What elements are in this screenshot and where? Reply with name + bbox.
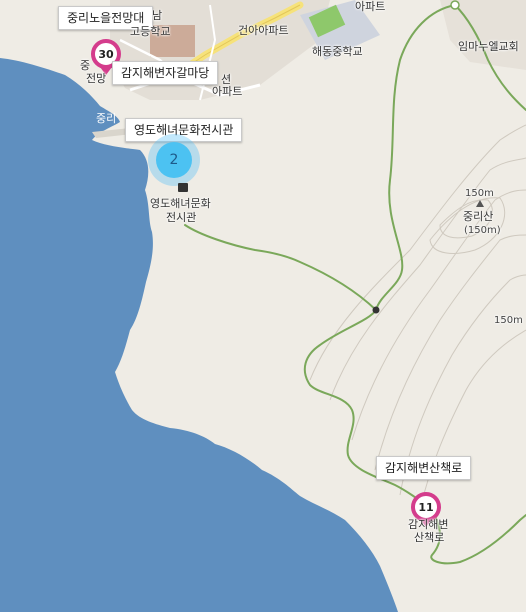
label-jeonmang-partial: 전망 <box>86 72 107 85</box>
label-high-school: 고등학교 <box>130 25 171 38</box>
museum-icon <box>178 183 188 192</box>
label-jungni-mountain: 중리산 <box>463 210 494 223</box>
label-gamji-line1: 감지해변 <box>408 518 449 531</box>
label-gamji-line2: 산책로 <box>414 531 445 544</box>
label-apartment-mid: 아파트 <box>212 85 243 98</box>
callout-gamji-pebble-beach[interactable]: 감지해변자갈마당 <box>112 61 219 85</box>
callout-gamji-trail[interactable]: 감지해변산책로 <box>376 456 472 480</box>
label-jung-partial: 중 <box>80 59 91 72</box>
label-apartment-top: 아파트 <box>355 0 386 13</box>
label-contour-150-b: 150m <box>494 315 523 326</box>
label-imanuel-church: 임마누엘교회 <box>458 40 519 53</box>
label-nam: 남 <box>152 9 163 22</box>
label-geonah-apartment: 건아아파트 <box>238 24 289 37</box>
map-view[interactable]: 중리노을전망대 30 감지해변자갈마당 영도해녀문화전시관 2 감지해변산책로 … <box>0 0 526 612</box>
label-museum-line2: 전시관 <box>166 211 197 224</box>
label-mountain-height: (150m) <box>464 225 501 236</box>
mountain-peak-icon <box>476 200 484 207</box>
label-contour-150-a: 150m <box>465 188 494 199</box>
marker-cluster-2[interactable]: 2 <box>156 142 192 178</box>
label-haedong-middle-school: 해동중학교 <box>312 45 363 58</box>
label-jungni-partial: 중리 <box>96 112 117 125</box>
label-museum-line1: 영도해녀문화 <box>150 197 211 210</box>
